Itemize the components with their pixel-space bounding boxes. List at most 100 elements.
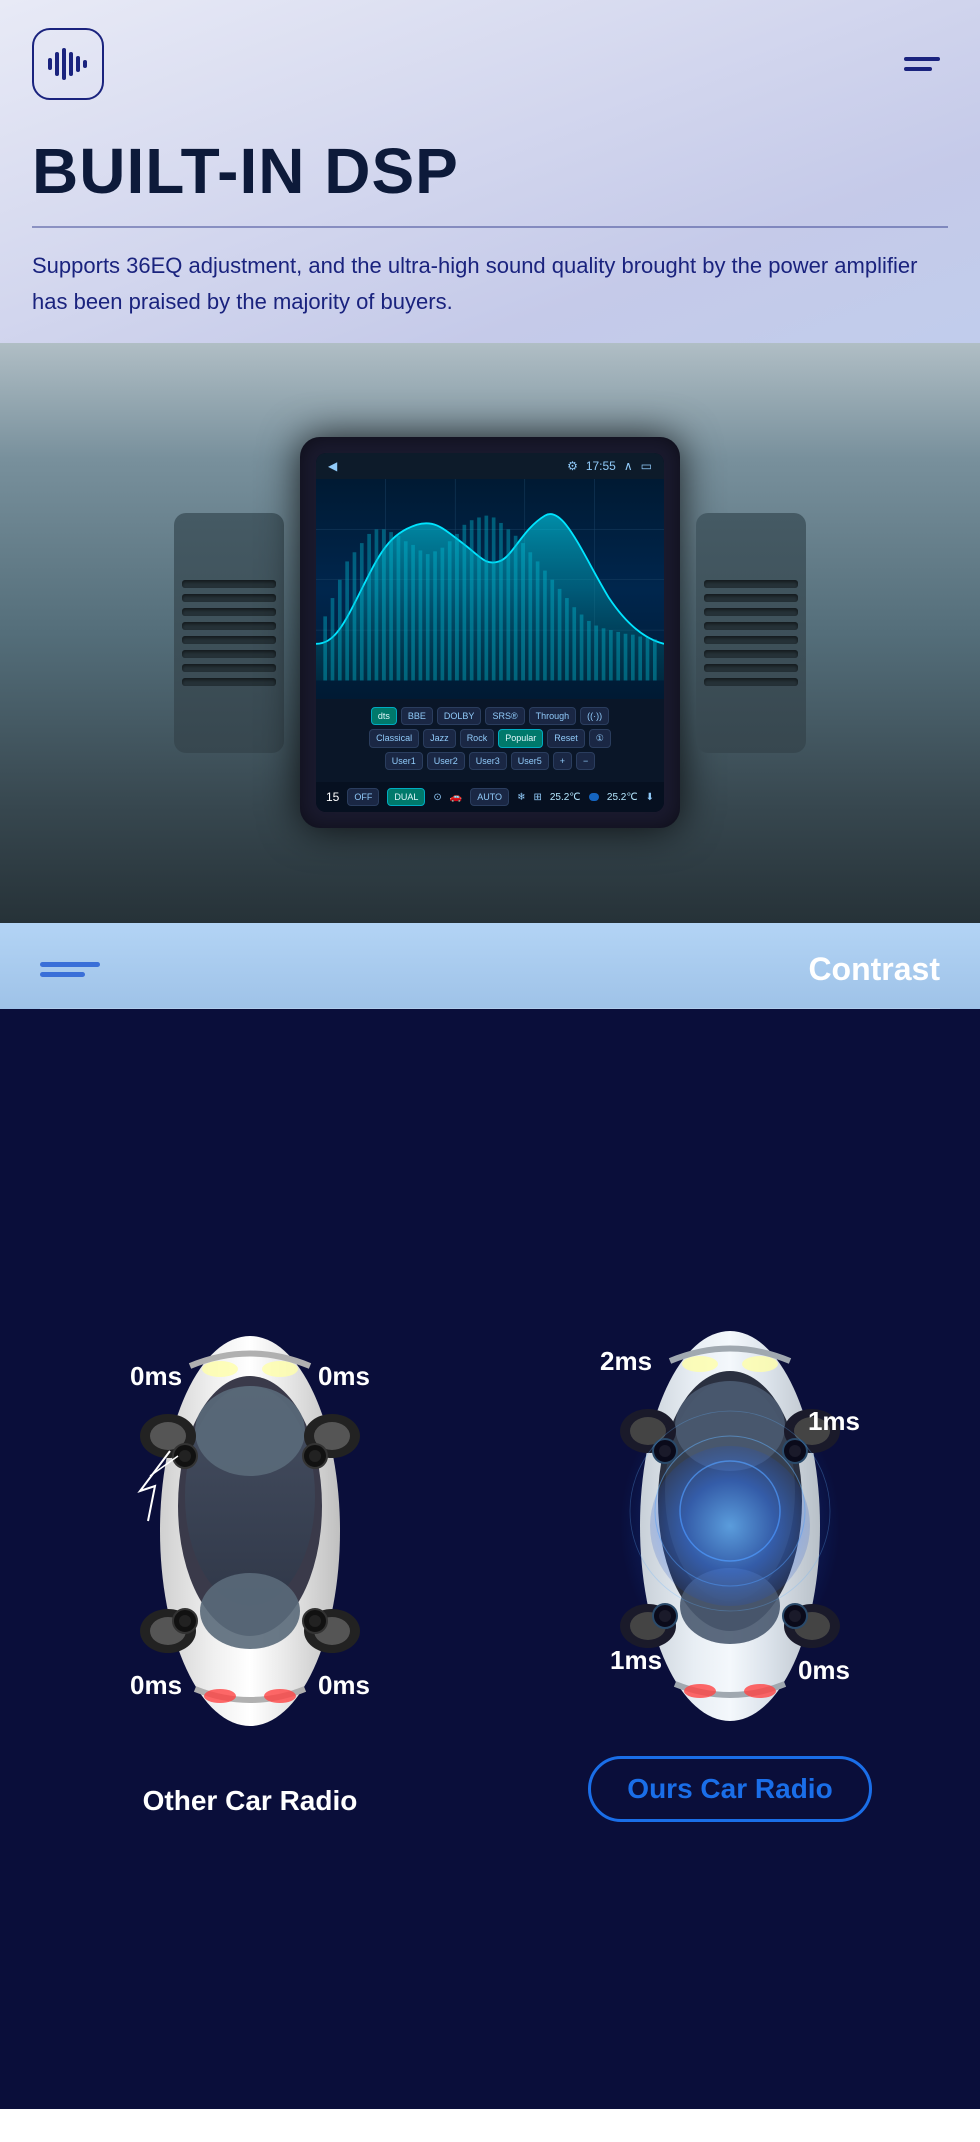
screen-time: 17:55 (586, 459, 616, 473)
screen-controls: dts BBE DOLBY SRS® Through ((·)) Classic… (316, 699, 664, 782)
top-section: BUILT-IN DSP Supports 36EQ adjustment, a… (0, 0, 980, 923)
hamburger-line-1 (904, 57, 940, 61)
screen-bezel: ◀ ⚙ 17:55 ∧ ▭ (300, 437, 680, 828)
temp-left: 25.2℃ (550, 792, 581, 803)
contrast-line-1 (40, 962, 100, 967)
ctrl-info[interactable]: ① (589, 729, 611, 748)
other-delay-top-right: 0ms (318, 1361, 370, 1392)
screen-inner: ◀ ⚙ 17:55 ∧ ▭ (316, 453, 664, 812)
ctrl-user3[interactable]: User3 (469, 752, 507, 770)
ctrl-plus[interactable]: + (553, 752, 572, 770)
battery-icon: ▭ (641, 459, 652, 473)
ctrl-classical[interactable]: Classical (369, 729, 419, 748)
ours-delay-top-left: 2ms (600, 1346, 652, 1377)
signal-icon: ∧ (624, 459, 633, 473)
vent-slat (704, 650, 798, 658)
ctrl-minus[interactable]: − (576, 752, 595, 770)
ctrl-reset[interactable]: Reset (547, 729, 585, 748)
ours-delay-top-right: 1ms (808, 1406, 860, 1437)
car-dashboard: ◀ ⚙ 17:55 ∧ ▭ (0, 343, 980, 923)
contrast-icon (40, 962, 100, 977)
header-bar (0, 0, 980, 116)
dual-btn[interactable]: DUAL (387, 788, 425, 806)
other-delay-bottom-left: 0ms (130, 1670, 182, 1701)
expand-icon: ⊞ (533, 792, 541, 803)
hamburger-line-2 (904, 67, 932, 71)
vent-slat (182, 594, 276, 602)
temp-slider[interactable] (589, 793, 599, 801)
ours-car-svg-wrapper: 2ms 1ms 1ms 0ms (600, 1316, 860, 1736)
page-title: BUILT-IN DSP (32, 136, 948, 206)
ctrl-srs[interactable]: SRS® (485, 707, 524, 725)
temp-right: 25.2℃ (607, 792, 638, 803)
ctrl-user1[interactable]: User1 (385, 752, 423, 770)
contrast-section: Contrast 0ms 0ms 0ms 0ms (0, 923, 980, 2109)
vent-slat (704, 678, 798, 686)
contrast-label: Contrast (808, 951, 940, 988)
ours-car-label-button[interactable]: Ours Car Radio (588, 1756, 871, 1822)
vent-slat (704, 608, 798, 616)
other-car-wrapper: 0ms 0ms 0ms 0ms (20, 1301, 480, 1761)
car-display: ◀ ⚙ 17:55 ∧ ▭ (0, 343, 980, 923)
vent-slat (182, 664, 276, 672)
ctrl-user2[interactable]: User2 (427, 752, 465, 770)
ctrl-row-1: dts BBE DOLBY SRS® Through ((·)) (322, 707, 658, 725)
ctrl-rock[interactable]: Rock (460, 729, 495, 748)
other-car-svg-wrapper: 0ms 0ms 0ms 0ms (120, 1321, 380, 1741)
ctrl-through[interactable]: Through (529, 707, 577, 725)
other-car-comparison: 0ms 0ms 0ms 0ms (20, 1301, 480, 1817)
ours-delay-bottom-left: 1ms (610, 1645, 662, 1676)
back-icon: ◀ (328, 459, 337, 473)
vent-slat (182, 580, 276, 588)
number-display: 15 (326, 790, 339, 804)
vent-slat (182, 636, 276, 644)
vent-slat (182, 678, 276, 686)
vent-slat (182, 608, 276, 616)
vent-slat (182, 622, 276, 630)
vent-slat (704, 594, 798, 602)
title-area: BUILT-IN DSP (0, 116, 980, 206)
subtitle-text: Supports 36EQ adjustment, and the ultra-… (0, 248, 980, 342)
eq-curve-svg (316, 479, 664, 680)
snowflake-icon: ❄ (517, 792, 525, 803)
screen-bottom-bar: 15 OFF DUAL ⊙ 🚗 AUTO ❄ ⊞ 25.2℃ 25.2℃ ⬇ (316, 782, 664, 812)
ctrl-dts[interactable]: dts (371, 707, 397, 725)
contrast-line-2 (40, 972, 85, 977)
ours-car-comparison: 2ms 1ms 1ms 0ms (500, 1296, 960, 1822)
ctrl-misc[interactable]: ((·)) (580, 707, 609, 725)
right-vent (696, 513, 806, 753)
title-divider (32, 226, 948, 228)
auto-btn[interactable]: AUTO (470, 788, 509, 806)
other-delay-top-left: 0ms (130, 1361, 182, 1392)
comparison-section: 0ms 0ms 0ms 0ms (0, 1009, 980, 2109)
ctrl-user5[interactable]: User5 (511, 752, 549, 770)
audio-logo-svg (44, 44, 92, 84)
vent-slat (704, 622, 798, 630)
left-vent (174, 513, 284, 753)
vent-slat (704, 636, 798, 644)
logo-icon (32, 28, 104, 100)
vent-slat (704, 580, 798, 588)
ctrl-popular[interactable]: Popular (498, 729, 543, 748)
other-car-label: Other Car Radio (143, 1785, 358, 1817)
ctrl-dolby[interactable]: DOLBY (437, 707, 482, 725)
sound-wave-effect (650, 1446, 810, 1606)
bluetooth-icon: ⚙ (567, 459, 578, 473)
arrow-down-icon: ⬇ (646, 792, 654, 803)
vent-slat (704, 664, 798, 672)
ctrl-row-3: User1 User2 User3 User5 + − (322, 752, 658, 770)
hamburger-menu-button[interactable] (896, 49, 948, 79)
screen-status-icons: ⚙ 17:55 ∧ ▭ (567, 459, 652, 473)
ctrl-bbe[interactable]: BBE (401, 707, 433, 725)
cars-row: 0ms 0ms 0ms 0ms (20, 1069, 960, 2049)
ours-delay-bottom-right: 0ms (798, 1655, 850, 1686)
ours-car-wrapper: 2ms 1ms 1ms 0ms (500, 1296, 960, 1756)
ctrl-row-2: Classical Jazz Rock Popular Reset ① (322, 729, 658, 748)
fan-icon: ⊙ (433, 792, 441, 803)
car-icon: 🚗 (450, 792, 462, 803)
eq-display (316, 479, 664, 699)
vent-slat (182, 650, 276, 658)
ctrl-jazz[interactable]: Jazz (423, 729, 456, 748)
off-btn[interactable]: OFF (347, 788, 379, 806)
screen-topbar: ◀ ⚙ 17:55 ∧ ▭ (316, 453, 664, 479)
